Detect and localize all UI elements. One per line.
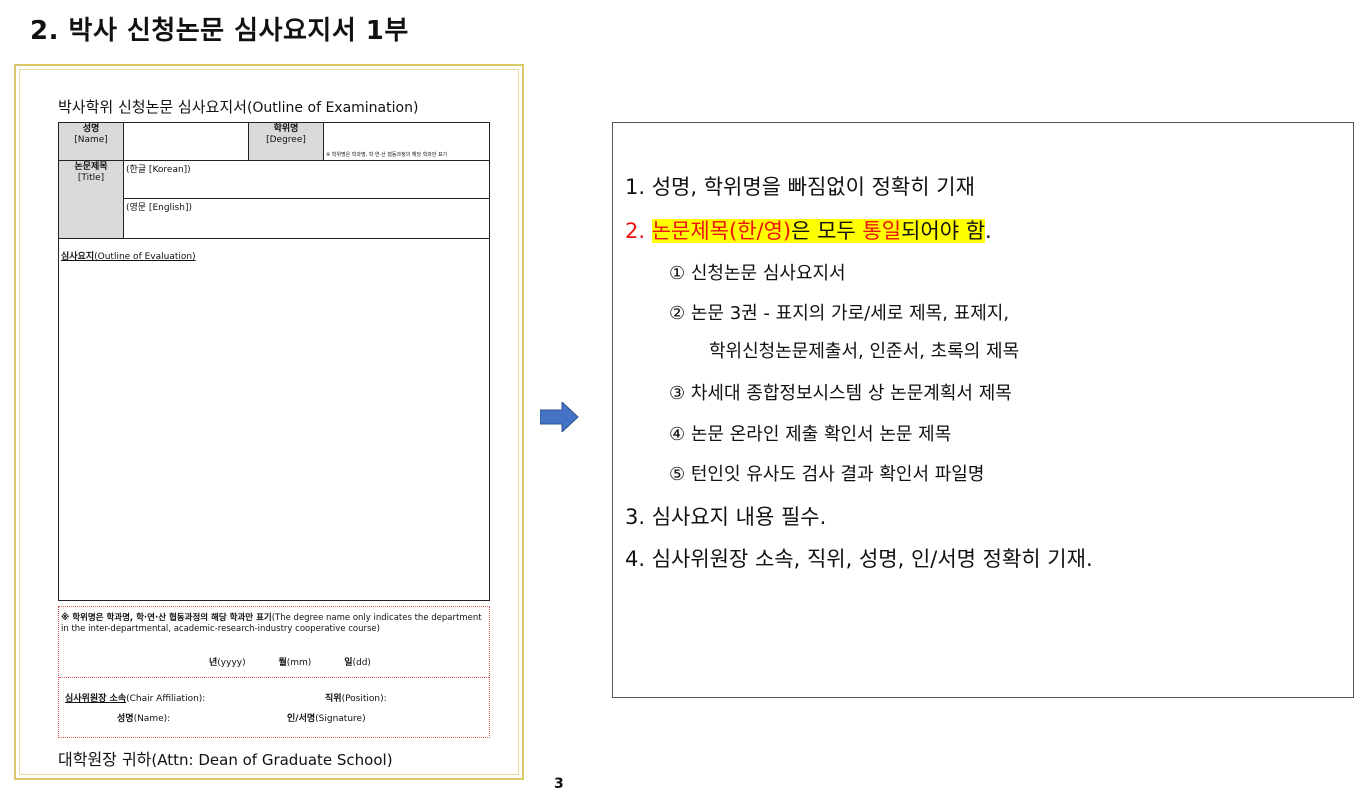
footer-ko: 대학원장 귀하 bbox=[58, 750, 152, 769]
signature-label: 인/서명 bbox=[287, 714, 316, 724]
instruction-2-number: 2. bbox=[625, 219, 652, 243]
english-label: (영문 [English]) bbox=[126, 203, 192, 213]
instruction-4: 4. 심사위원장 소속, 직위, 성명, 인/서명 정확히 기재. bbox=[625, 547, 1093, 571]
position-label: 직위 bbox=[325, 694, 342, 704]
note-ko: ※ 학위명은 학과명, 학·연·산 협동과정의 해당 학과만 표기 bbox=[61, 613, 272, 623]
korean-label: (한글 [Korean]) bbox=[126, 165, 191, 175]
name-value-cell bbox=[123, 122, 249, 161]
chair-position: 직위(Position): bbox=[325, 691, 387, 704]
degree-name-note: ※ 학위명은 학과명, 학·연·산 협동과정의 해당 학과만 표기(The de… bbox=[61, 613, 489, 635]
page-heading: 2. 박사 신청논문 심사요지서 1부 bbox=[30, 16, 409, 46]
day-format: (dd) bbox=[352, 658, 371, 668]
instruction-1: 1. 성명, 학위명을 빠짐없이 정확히 기재 bbox=[625, 175, 975, 199]
degree-value-cell: ※ 학위명은 학과명, 학·연·산 협동과정의 해당 학과만 표기 bbox=[323, 122, 490, 161]
degree-label-en: [Degree] bbox=[266, 135, 306, 145]
form-image: 박사학위 신청논문 심사요지서(Outline of Examination) … bbox=[14, 64, 524, 780]
sub-item-5: ⑤ 턴인잇 유사도 검사 결과 확인서 파일명 bbox=[669, 464, 985, 485]
name-label-cell: 성명 [Name] bbox=[58, 122, 124, 161]
instruction-2-text-a: 은 모두 bbox=[791, 219, 863, 243]
date-line: 년(yyyy) 월(mm) 일(dd) bbox=[209, 655, 401, 668]
form-title: 박사학위 신청논문 심사요지서(Outline of Examination) bbox=[58, 96, 418, 117]
right-arrow-icon bbox=[540, 402, 579, 432]
sub-item-1: ① 신청논문 심사요지서 bbox=[669, 263, 846, 284]
instruction-3: 3. 심사요지 내용 필수. bbox=[625, 505, 827, 529]
degree-label-cell: 학위명 [Degree] bbox=[248, 122, 324, 161]
degree-note: ※ 학위명은 학과명, 학·연·산 협동과정의 해당 학과만 표기 bbox=[326, 152, 448, 158]
position-en: (Position): bbox=[341, 694, 387, 704]
footer-en: (Attn: Dean of Graduate School) bbox=[151, 751, 393, 769]
thesis-korean-cell: (한글 [Korean]) bbox=[123, 160, 490, 199]
sig-name-label: 성명 bbox=[117, 714, 134, 724]
form-title-en: (Outline of Examination) bbox=[246, 100, 419, 116]
instruction-2-title: 논문제목(한/영) bbox=[651, 219, 792, 243]
chair-affiliation: 심사위원장 소속(Chair Affiliation): bbox=[65, 691, 205, 704]
sub-item-3: ③ 차세대 종합정보시스템 상 논문계획서 제목 bbox=[669, 383, 1012, 404]
form-table: 성명 [Name] 학위명 [Degree] ※ 학위명은 학과명, 학·연·산… bbox=[58, 122, 490, 601]
name-label: 성명 bbox=[82, 124, 100, 134]
name-label-en: [Name] bbox=[74, 135, 108, 145]
instructions-box: 1. 성명, 학위명을 빠짐없이 정확히 기재 2. 논문제목(한/영)은 모두… bbox=[612, 122, 1354, 698]
sub-item-2b: 학위신청논문제출서, 인준서, 초록의 제목 bbox=[709, 341, 1020, 362]
thesis-english-cell: (영문 [English]) bbox=[123, 198, 490, 239]
sig-name-en: (Name): bbox=[133, 714, 171, 724]
month-label: 월 bbox=[278, 658, 287, 668]
form-footer: 대학원장 귀하(Attn: Dean of Graduate School) bbox=[58, 746, 393, 770]
instruction-2-text-b: 되어야 함 bbox=[901, 219, 986, 243]
thesis-label-cell: 논문제목 [Title] bbox=[58, 160, 124, 239]
outline-label: 심사요지 bbox=[61, 252, 95, 262]
chair-affiliation-en: (Chair Affiliation): bbox=[126, 694, 206, 704]
chair-affiliation-label: 심사위원장 소속 bbox=[65, 694, 127, 704]
outline-cell: 심사요지(Outline of Evaluation) bbox=[58, 238, 490, 601]
instruction-2-unify: 통일 bbox=[862, 219, 902, 243]
sub-item-4: ④ 논문 온라인 제출 확인서 논문 제목 bbox=[669, 424, 952, 445]
form-title-ko: 박사학위 신청논문 심사요지서 bbox=[58, 98, 247, 116]
month-format: (mm) bbox=[286, 658, 312, 668]
form-note-section: ※ 학위명은 학과명, 학·연·산 협동과정의 해당 학과만 표기(The de… bbox=[58, 606, 490, 738]
sub-item-2a: ② 논문 3권 - 표지의 가로/세로 제목, 표제지, bbox=[669, 303, 1010, 324]
chair-name: 성명(Name): bbox=[117, 711, 170, 724]
thesis-label: 논문제목 bbox=[74, 162, 108, 172]
instruction-2-period: . bbox=[985, 219, 992, 243]
chair-signature: 인/서명(Signature) bbox=[287, 711, 366, 724]
thesis-label-en: [Title] bbox=[77, 173, 105, 183]
signature-en: (Signature) bbox=[315, 714, 366, 724]
page-number: 3 bbox=[554, 776, 564, 792]
instruction-2: 2. 논문제목(한/영)은 모두 통일되어야 함. bbox=[625, 215, 992, 245]
year-format: (yyyy) bbox=[217, 658, 246, 668]
outline-label-en: (Outline of Evaluation) bbox=[94, 252, 196, 262]
signature-separator bbox=[59, 677, 489, 678]
degree-label: 학위명 bbox=[273, 124, 299, 134]
